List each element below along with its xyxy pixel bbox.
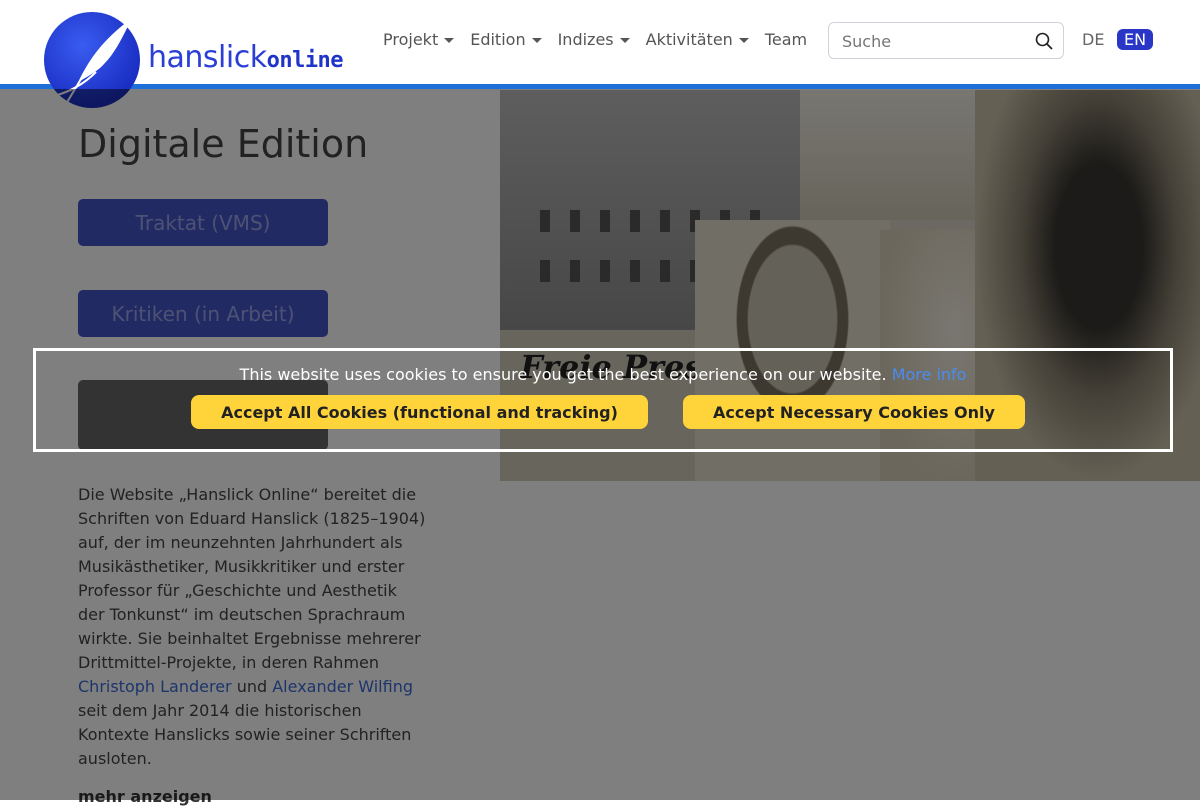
nav-item-edition[interactable]: Edition xyxy=(470,30,542,49)
search-box xyxy=(828,22,1064,59)
language-en-link[interactable]: EN xyxy=(1117,29,1154,50)
caret-down-icon xyxy=(444,38,455,43)
cookie-message-text: This website uses cookies to ensure you … xyxy=(239,365,887,384)
nav-item-team[interactable]: Team xyxy=(765,30,807,49)
nav-item-projekt[interactable]: Projekt xyxy=(383,30,455,49)
nav-item-label: Edition xyxy=(470,30,526,49)
caret-down-icon xyxy=(619,38,630,43)
cookie-message: This website uses cookies to ensure you … xyxy=(36,365,1170,384)
logo-text-main: hanslick xyxy=(148,40,267,75)
main-nav: Projekt Edition Indizes Aktivitäten Team xyxy=(383,30,807,49)
caret-down-icon xyxy=(738,38,749,43)
cookie-banner: This website uses cookies to ensure you … xyxy=(33,348,1173,452)
nav-item-label: Indizes xyxy=(557,30,614,49)
accept-necessary-cookies-button[interactable]: Accept Necessary Cookies Only xyxy=(683,395,1025,429)
language-de-link[interactable]: DE xyxy=(1082,30,1104,49)
nav-item-label: Aktivitäten xyxy=(645,30,733,49)
logo-wordmark[interactable]: hanslickonline xyxy=(148,40,344,75)
search-icon[interactable] xyxy=(1035,32,1053,50)
nav-item-label: Projekt xyxy=(383,30,439,49)
search-input[interactable] xyxy=(840,31,1024,52)
more-info-link[interactable]: More info xyxy=(892,365,967,384)
accept-all-cookies-button[interactable]: Accept All Cookies (functional and track… xyxy=(191,395,648,429)
logo-text-suffix: online xyxy=(266,48,344,73)
nav-item-indizes[interactable]: Indizes xyxy=(558,30,630,49)
caret-down-icon xyxy=(531,38,542,43)
nav-item-aktivitaeten[interactable]: Aktivitäten xyxy=(646,30,749,49)
nav-item-label: Team xyxy=(764,30,808,49)
